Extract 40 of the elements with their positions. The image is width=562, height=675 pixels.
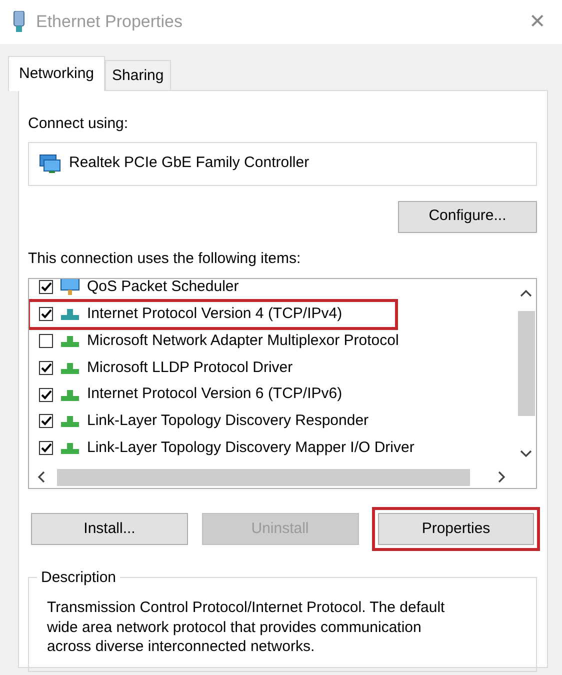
checkbox[interactable] (39, 441, 53, 456)
protocol-icon (59, 414, 81, 428)
scroll-right-icon[interactable] (498, 471, 506, 483)
list-item-label[interactable]: Internet Protocol Version 6 (TCP/IPv6) (87, 383, 342, 406)
protocol-icon (59, 360, 81, 375)
protocol-icon (59, 388, 81, 402)
window-title: Ethernet Properties (36, 11, 184, 34)
list-item-label[interactable]: Link-Layer Topology Discovery Responder (87, 410, 369, 433)
scroll-down-icon[interactable] (520, 450, 532, 458)
checkbox[interactable] (39, 414, 53, 428)
checkbox[interactable] (39, 307, 53, 322)
protocol-icon (59, 441, 81, 456)
protocol-icon (59, 307, 81, 322)
tab[interactable]: Networking (8, 56, 106, 91)
connect-using-label: Connect using: (28, 114, 130, 134)
ethernet-plug-icon (12, 11, 26, 33)
monitor-icon (59, 279, 81, 298)
network-adapter-icon (39, 154, 61, 174)
close-button[interactable]: ✕ (523, 12, 552, 32)
list-item-label[interactable]: Microsoft Network Adapter Multiplexor Protocol (87, 330, 399, 352)
scrollbar-thumb[interactable] (518, 311, 534, 416)
action-button[interactable]: Properties (372, 507, 540, 551)
checkbox[interactable] (39, 280, 53, 294)
items-label: This connection uses the following items: (28, 248, 302, 268)
description-text: Transmission Control Protocol/Internet Protocol. The default wide area network protocol that provides communication across diverse interconnected networks. (47, 598, 446, 656)
list-item-label[interactable]: QoS Packet Scheduler (87, 279, 239, 299)
checkbox[interactable] (39, 388, 53, 402)
configure-button[interactable]: Configure... (398, 200, 537, 232)
list-item-label[interactable]: Microsoft LLDP Protocol Driver (87, 356, 293, 380)
scroll-left-icon[interactable] (37, 471, 45, 483)
scroll-up-icon[interactable] (520, 289, 532, 297)
checkbox[interactable] (39, 334, 53, 348)
adapter-field: Realtek PCIe GbE Family Controller (28, 142, 537, 186)
protocol-icon (59, 334, 81, 348)
scrollbar-thumb[interactable] (57, 468, 470, 486)
tab[interactable]: Sharing (105, 60, 171, 90)
action-button[interactable]: Install... (31, 513, 188, 545)
highlighted-list-item[interactable]: Internet Protocol Version 4 (TCP/IPv4) (29, 300, 396, 328)
list-item-label[interactable]: Link-Layer Topology Discovery Mapper I/O Driver (87, 436, 414, 460)
checkbox[interactable] (39, 360, 53, 375)
